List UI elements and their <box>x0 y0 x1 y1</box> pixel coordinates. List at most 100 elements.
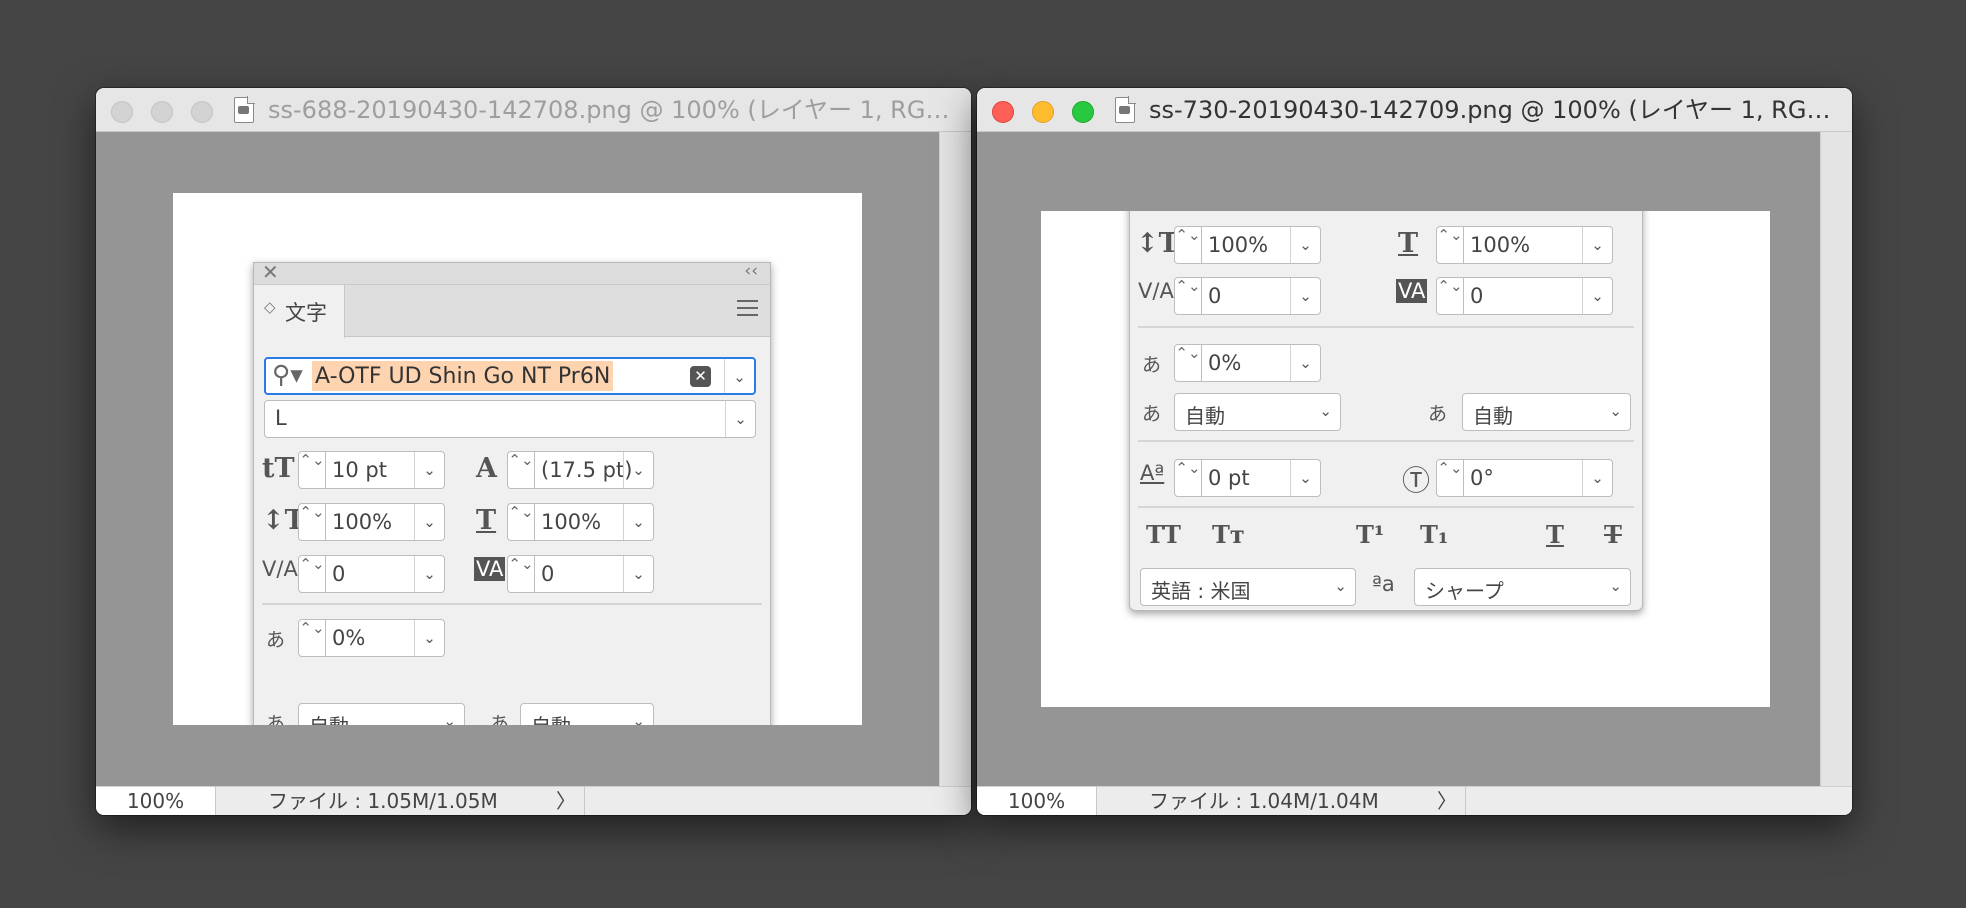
chevron-down-icon[interactable]: ⌄ <box>724 359 754 393</box>
aki-after-value[interactable]: 自動 <box>1473 400 1513 429</box>
vertical-scale-field[interactable]: 100% ⌄ <box>326 503 445 541</box>
leading-value[interactable]: (17.5 pt) <box>541 458 632 482</box>
antialias-select[interactable]: シャープ ⌄ <box>1414 568 1631 606</box>
horizontal-scale-stepper[interactable]: ⌃⌄ <box>1436 226 1464 264</box>
baseline-shift-stepper[interactable]: ⌃⌄ <box>1174 459 1202 497</box>
clear-icon[interactable]: ✕ <box>690 366 711 387</box>
chevron-down-icon[interactable]: ⌄ <box>1290 460 1320 496</box>
horizontal-scale-value[interactable]: 100% <box>541 510 601 534</box>
canvas-area[interactable]: ↕T ⌃⌄ 100% ⌄ T ⌃⌄ 100% ⌄ V/A ⌃⌄ 0 ⌄ VA ⌃… <box>977 132 1820 786</box>
chevron-down-icon[interactable]: ⌄ <box>1290 227 1320 263</box>
vertical-scrollbar[interactable] <box>939 132 971 786</box>
chevron-down-icon[interactable]: ⌄ <box>414 556 444 592</box>
chevron-down-icon[interactable]: ⌄ <box>1582 278 1612 314</box>
small-caps-button[interactable]: Tт <box>1212 520 1245 549</box>
baseline-shift-field[interactable]: 0 pt ⌄ <box>1202 459 1321 497</box>
superscript-button[interactable]: T¹ <box>1356 520 1384 549</box>
strikethrough-button[interactable]: T <box>1604 520 1622 549</box>
aki-after-select[interactable]: 自動 ⌄ <box>1462 393 1631 431</box>
minimize-button[interactable] <box>151 101 173 123</box>
font-family-value[interactable]: A-OTF UD Shin Go NT Pr6N <box>312 361 614 391</box>
font-size-stepper[interactable]: ⌃⌄ <box>298 451 326 489</box>
font-size-value[interactable]: 10 pt <box>332 458 387 482</box>
tracking-value[interactable]: 0 <box>1470 284 1483 308</box>
chevron-down-icon[interactable]: ⌄ <box>1319 402 1332 420</box>
tracking-stepper[interactable]: ⌃⌄ <box>1436 277 1464 315</box>
close-button[interactable] <box>992 101 1014 123</box>
language-select[interactable]: 英語 : 米国 ⌄ <box>1140 568 1356 606</box>
kerning-stepper[interactable]: ⌃⌄ <box>298 555 326 593</box>
chevron-right-icon[interactable]: 〉 <box>1437 787 1457 815</box>
horizontal-scale-field[interactable]: 100% ⌄ <box>1464 226 1613 264</box>
tracking-stepper[interactable]: ⌃⌄ <box>507 555 535 593</box>
kerning-field[interactable]: 0 ⌄ <box>1202 277 1321 315</box>
file-size-info[interactable]: ファイル : 1.04M/1.04M 〉 <box>1097 787 1466 815</box>
chevron-down-icon[interactable]: ⌄ <box>1582 227 1612 263</box>
font-style-field[interactable]: L ⌄ <box>264 400 756 438</box>
zoom-button[interactable] <box>1072 101 1094 123</box>
tab-character[interactable]: ◇ 文字 <box>254 285 345 338</box>
chevron-down-icon[interactable]: ⌄ <box>1609 577 1622 595</box>
subscript-button[interactable]: T₁ <box>1420 520 1448 549</box>
kerning-value[interactable]: 0 <box>1208 284 1221 308</box>
tsume-field[interactable]: 0% ⌄ <box>326 619 445 657</box>
tsume-value[interactable]: 0% <box>332 626 365 650</box>
vertical-scale-stepper[interactable]: ⌃⌄ <box>1174 226 1202 264</box>
language-value[interactable]: 英語 : 米国 <box>1151 575 1250 604</box>
title-bar[interactable]: ss-688-20190430-142708.png @ 100% (レイヤー … <box>96 88 971 132</box>
vertical-scale-value[interactable]: 100% <box>1208 233 1268 257</box>
panel-collapse-icon[interactable]: ‹‹ <box>744 261 758 281</box>
zoom-button[interactable] <box>191 101 213 123</box>
vertical-scale-stepper[interactable]: ⌃⌄ <box>298 503 326 541</box>
chevron-down-icon[interactable]: ⌄ <box>1334 577 1347 595</box>
font-size-field[interactable]: 10 pt ⌄ <box>326 451 445 489</box>
rotation-stepper[interactable]: ⌃⌄ <box>1436 459 1464 497</box>
font-style-value[interactable]: L <box>275 406 287 430</box>
tracking-field[interactable]: 0 ⌄ <box>535 555 654 593</box>
vertical-scale-field[interactable]: 100% ⌄ <box>1202 226 1321 264</box>
horizontal-scale-stepper[interactable]: ⌃⌄ <box>507 503 535 541</box>
aki-after-value[interactable]: 自動 <box>531 710 571 725</box>
chevron-down-icon[interactable]: ⌄ <box>725 401 755 437</box>
kerning-stepper[interactable]: ⌃⌄ <box>1174 277 1202 315</box>
chevron-down-icon[interactable]: ⌄ <box>623 556 653 592</box>
chevron-right-icon[interactable]: 〉 <box>556 787 576 815</box>
leading-stepper[interactable]: ⌃⌄ <box>507 451 535 489</box>
tsume-stepper[interactable]: ⌃⌄ <box>298 619 326 657</box>
font-family-field[interactable]: ⚲▾ A-OTF UD Shin Go NT Pr6N ✕ ⌄ <box>264 357 756 395</box>
chevron-down-icon[interactable]: ⌄ <box>414 504 444 540</box>
font-search-icon[interactable]: ⚲▾ <box>272 360 303 389</box>
aki-before-value[interactable]: 自動 <box>1185 400 1225 429</box>
aki-before-select[interactable]: 自動 ⌄ <box>1174 393 1341 431</box>
chevron-down-icon[interactable]: ⌄ <box>1609 402 1622 420</box>
all-caps-button[interactable]: TT <box>1146 520 1181 549</box>
aki-before-value[interactable]: 自動 <box>309 710 349 725</box>
kerning-field[interactable]: 0 ⌄ <box>326 555 445 593</box>
antialias-value[interactable]: シャープ <box>1425 575 1504 604</box>
panel-header[interactable]: ✕ ‹‹ <box>254 260 770 285</box>
file-size-info[interactable]: ファイル : 1.05M/1.05M 〉 <box>216 787 585 815</box>
title-bar[interactable]: ss-730-20190430-142709.png @ 100% (レイヤー … <box>977 88 1852 132</box>
chevron-down-icon[interactable]: ⌄ <box>414 452 444 488</box>
chevron-down-icon[interactable]: ⌄ <box>623 452 653 488</box>
rotation-value[interactable]: 0° <box>1470 466 1494 490</box>
kerning-value[interactable]: 0 <box>332 562 345 586</box>
tsume-value[interactable]: 0% <box>1208 351 1241 375</box>
chevron-down-icon[interactable]: ⌄ <box>443 712 456 725</box>
document-canvas[interactable]: ↕T ⌃⌄ 100% ⌄ T ⌃⌄ 100% ⌄ V/A ⌃⌄ 0 ⌄ VA ⌃… <box>1041 211 1770 707</box>
aki-after-select[interactable]: 自動 ⌄ <box>520 703 654 725</box>
document-canvas[interactable]: ✕ ‹‹ ◇ 文字 ⚲▾ A-OTF UD Shin Go NT Pr6N ✕ … <box>173 193 862 725</box>
minimize-button[interactable] <box>1032 101 1054 123</box>
tracking-field[interactable]: 0 ⌄ <box>1464 277 1613 315</box>
zoom-level[interactable]: 100% <box>977 787 1097 815</box>
horizontal-scale-field[interactable]: 100% ⌄ <box>535 503 654 541</box>
horizontal-scale-value[interactable]: 100% <box>1470 233 1530 257</box>
panel-menu-icon[interactable] <box>737 300 758 318</box>
canvas-area[interactable]: ✕ ‹‹ ◇ 文字 ⚲▾ A-OTF UD Shin Go NT Pr6N ✕ … <box>96 132 939 786</box>
chevron-down-icon[interactable]: ⌄ <box>632 712 645 725</box>
chevron-down-icon[interactable]: ⌄ <box>1290 345 1320 381</box>
tsume-stepper[interactable]: ⌃⌄ <box>1174 344 1202 382</box>
tracking-value[interactable]: 0 <box>541 562 554 586</box>
chevron-down-icon[interactable]: ⌄ <box>1582 460 1612 496</box>
baseline-shift-value[interactable]: 0 pt <box>1208 466 1250 490</box>
